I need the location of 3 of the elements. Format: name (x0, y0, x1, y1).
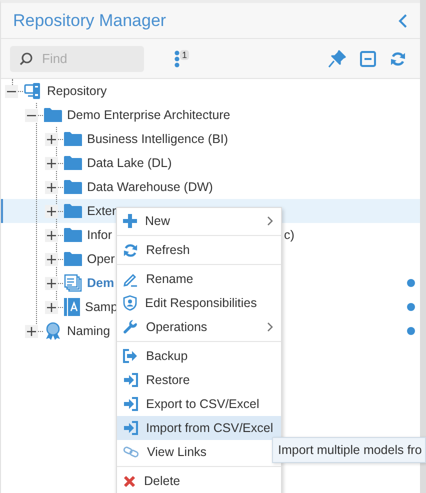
tooltip: Import multiple models fro (272, 437, 426, 463)
panel-title: Repository Manager (13, 10, 166, 30)
filter-count-badge: 1 (180, 50, 190, 60)
